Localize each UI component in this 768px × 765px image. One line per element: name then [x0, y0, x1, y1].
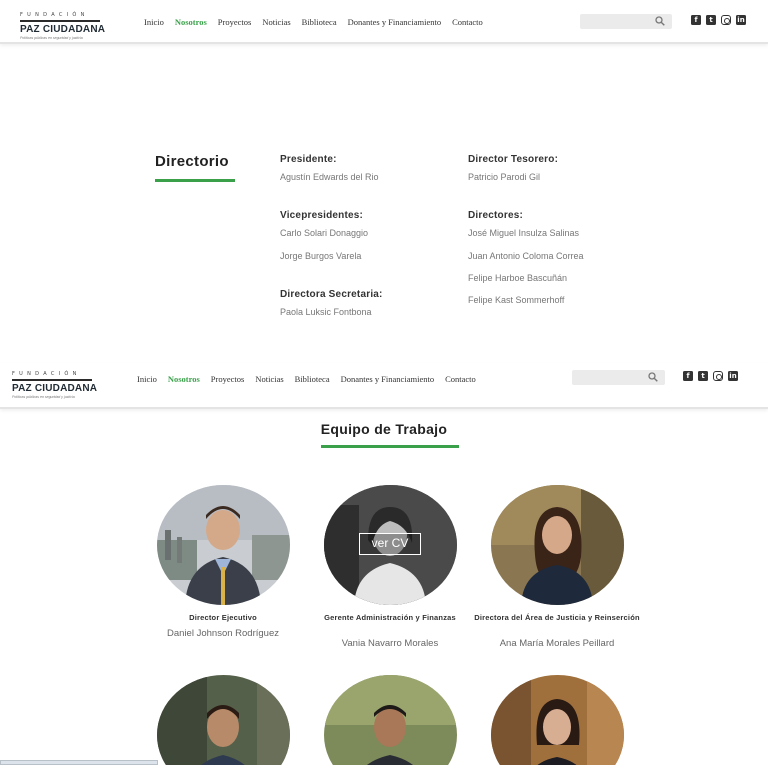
twitter-icon[interactable]: t: [706, 15, 716, 25]
nav-nosotros[interactable]: Nosotros: [168, 374, 200, 384]
presidente-name: Agustín Edwards del Rio: [280, 172, 379, 182]
directorio-title: Directorio: [155, 153, 229, 170]
equipo-title: Equipo de Trabajo: [320, 421, 448, 437]
member-photo[interactable]: [157, 675, 290, 765]
director-name: José Miguel Insulza Salinas: [468, 228, 580, 238]
sticky-header: FUNDACIÓN PAZ CIUDADANA Políticas públic…: [0, 363, 768, 409]
member-photo[interactable]: [324, 675, 457, 765]
facebook-icon[interactable]: f: [691, 15, 701, 25]
search-input[interactable]: [580, 14, 672, 29]
directorio-underline: [155, 179, 235, 182]
member-title: Directora del Área de Justicia y Reinser…: [474, 613, 640, 622]
member-photo[interactable]: [491, 675, 624, 765]
nav-donantes[interactable]: Donantes y Financiamiento: [348, 17, 441, 27]
social-links: f t in: [683, 371, 738, 381]
nav-noticias[interactable]: Noticias: [262, 17, 290, 27]
directores-label: Directores:: [468, 210, 523, 221]
director-name: Felipe Harboe Bascuñán: [468, 273, 568, 283]
search-icon[interactable]: [655, 16, 665, 26]
main-nav: Inicio Nosotros Proyectos Noticias Bibli…: [137, 374, 487, 384]
nav-biblioteca[interactable]: Biblioteca: [302, 17, 337, 27]
member-title: Director Ejecutivo: [189, 613, 257, 622]
nav-biblioteca[interactable]: Biblioteca: [295, 374, 330, 384]
logo-bar: [12, 379, 92, 381]
vicepresidente-name: Carlo Solari Donaggio: [280, 228, 369, 238]
logo-top-text: FUNDACIÓN: [20, 12, 89, 18]
equipo-underline: [321, 445, 459, 448]
nav-proyectos[interactable]: Proyectos: [211, 374, 245, 384]
facebook-icon[interactable]: f: [683, 371, 693, 381]
nav-contacto[interactable]: Contacto: [445, 374, 476, 384]
instagram-icon[interactable]: [713, 371, 723, 381]
linkedin-icon[interactable]: in: [728, 371, 738, 381]
ver-cv-button[interactable]: ver CV: [359, 533, 421, 555]
secretaria-label: Directora Secretaria:: [280, 289, 383, 300]
logo-bar: [20, 20, 100, 22]
nav-donantes[interactable]: Donantes y Financiamiento: [341, 374, 434, 384]
nav-proyectos[interactable]: Proyectos: [218, 17, 252, 27]
site-logo[interactable]: FUNDACIÓN PAZ CIUDADANA Políticas públic…: [12, 371, 102, 399]
social-links: f t in: [691, 15, 746, 25]
logo-tagline: Políticas públicas en seguridad y justic…: [20, 36, 83, 40]
director-name: Felipe Kast Sommerhoff: [468, 295, 565, 305]
browser-status-bar: [0, 760, 158, 765]
site-logo[interactable]: FUNDACIÓN PAZ CIUDADANA Políticas públic…: [20, 12, 110, 40]
search-input[interactable]: [572, 370, 665, 385]
member-title: Gerente Administración y Finanzas: [324, 613, 456, 622]
member-name: Vania Navarro Morales: [341, 638, 439, 649]
secretaria-name: Paola Luksic Fontbona: [280, 307, 372, 317]
logo-name: PAZ CIUDADANA: [20, 24, 106, 35]
logo-name: PAZ CIUDADANA: [12, 383, 98, 394]
nav-inicio[interactable]: Inicio: [137, 374, 157, 384]
director-name: Juan Antonio Coloma Correa: [468, 251, 584, 261]
tesorero-name: Patricio Parodi Gil: [468, 172, 541, 182]
member-photo[interactable]: [157, 485, 290, 605]
tesorero-label: Director Tesorero:: [468, 154, 559, 165]
main-nav: Inicio Nosotros Proyectos Noticias Bibli…: [144, 17, 494, 27]
logo-top-text: FUNDACIÓN: [12, 371, 81, 377]
linkedin-icon[interactable]: in: [736, 15, 746, 25]
logo-tagline: Políticas públicas en seguridad y justic…: [12, 395, 75, 399]
search-icon[interactable]: [648, 372, 658, 382]
member-photo[interactable]: [491, 485, 624, 605]
instagram-icon[interactable]: [721, 15, 731, 25]
vicepresidentes-label: Vicepresidentes:: [280, 210, 364, 221]
site-header: FUNDACIÓN PAZ CIUDADANA Políticas públic…: [0, 0, 768, 44]
nav-contacto[interactable]: Contacto: [452, 17, 483, 27]
member-name: Daniel Johnson Rodríguez: [167, 628, 279, 639]
presidente-label: Presidente:: [280, 154, 337, 165]
vicepresidente-name: Jorge Burgos Varela: [280, 251, 362, 261]
nav-inicio[interactable]: Inicio: [144, 17, 164, 27]
nav-noticias[interactable]: Noticias: [255, 374, 283, 384]
nav-nosotros[interactable]: Nosotros: [175, 17, 207, 27]
member-name: Ana María Morales Peillard: [499, 638, 615, 649]
member-photo[interactable]: ver CV: [324, 485, 457, 605]
twitter-icon[interactable]: t: [698, 371, 708, 381]
